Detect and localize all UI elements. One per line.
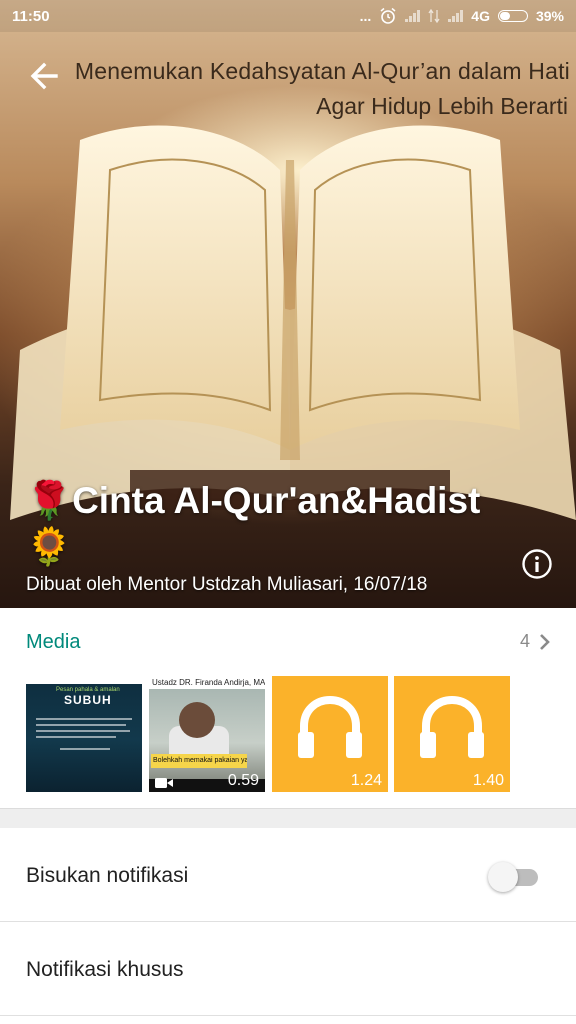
headphones-icon	[420, 695, 484, 758]
media-count[interactable]: 4	[520, 631, 530, 652]
mute-notifications-row[interactable]: Bisukan notifikasi	[0, 828, 576, 922]
section-divider	[0, 808, 576, 828]
network-type: 4G	[471, 8, 490, 24]
quran-book-image	[10, 125, 576, 520]
alarm-icon	[380, 7, 396, 24]
signal-icon	[405, 10, 421, 22]
media-label[interactable]: Media	[26, 631, 80, 654]
group-title[interactable]: 🌹Cinta Al-Qur'an&Hadist🌻	[26, 478, 506, 570]
battery-percent: 39%	[535, 8, 564, 24]
mute-notifications-toggle[interactable]	[488, 862, 540, 892]
video-thumb-caption: Bolehkah memakai pakaian yang berwarna w…	[151, 754, 247, 768]
video-duration: 0.59	[227, 772, 259, 789]
custom-notifications-label: Notifikasi khusus	[26, 958, 184, 981]
custom-notifications-row[interactable]: Notifikasi khusus	[0, 922, 576, 1016]
mute-notifications-label: Bisukan notifikasi	[26, 864, 189, 887]
info-icon[interactable]	[521, 548, 553, 580]
media-thumbnail-audio[interactable]: 1.40	[394, 676, 510, 792]
video-camera-icon	[155, 778, 173, 788]
headphones-icon	[298, 695, 362, 758]
data-transfer-icon	[428, 9, 440, 23]
media-thumbnail-image[interactable]: Pesan pahala & amalan SUBUH	[26, 676, 142, 792]
audio-duration: 1.24	[350, 772, 382, 789]
status-time: 11:50	[12, 7, 50, 25]
media-thumb-title: SUBUH	[64, 693, 112, 707]
battery-icon	[497, 10, 528, 22]
banner-line-1: Menemukan Kedahsyatan Al-Qur’an dalam Ha…	[74, 58, 570, 84]
group-header: 11:50 ... 4G 39% Menemukan Kedahsyatan A…	[0, 0, 576, 608]
banner-line-2: Agar Hidup Lebih Berarti	[316, 93, 568, 119]
video-thumb-title: Ustadz DR. Firanda Andirja, MA	[149, 676, 265, 689]
status-indicators: ... 4G 39%	[360, 7, 564, 25]
media-section: Media 4 Pesan pahala & amalan SUBUH Usta…	[0, 608, 576, 808]
signal-icon-2	[448, 10, 464, 22]
status-bar: 11:50 ... 4G 39%	[0, 0, 576, 32]
group-created-by: Dibuat oleh Mentor Ustdzah Muliasari, 16…	[26, 574, 428, 595]
more-dots: ...	[359, 8, 372, 24]
media-thumbnail-video[interactable]: Ustadz DR. Firanda Andirja, MA Bolehkah …	[149, 676, 265, 792]
chevron-right-icon[interactable]	[538, 632, 552, 652]
audio-duration: 1.40	[472, 772, 504, 789]
media-thumbnail-audio[interactable]: 1.24	[272, 676, 388, 792]
